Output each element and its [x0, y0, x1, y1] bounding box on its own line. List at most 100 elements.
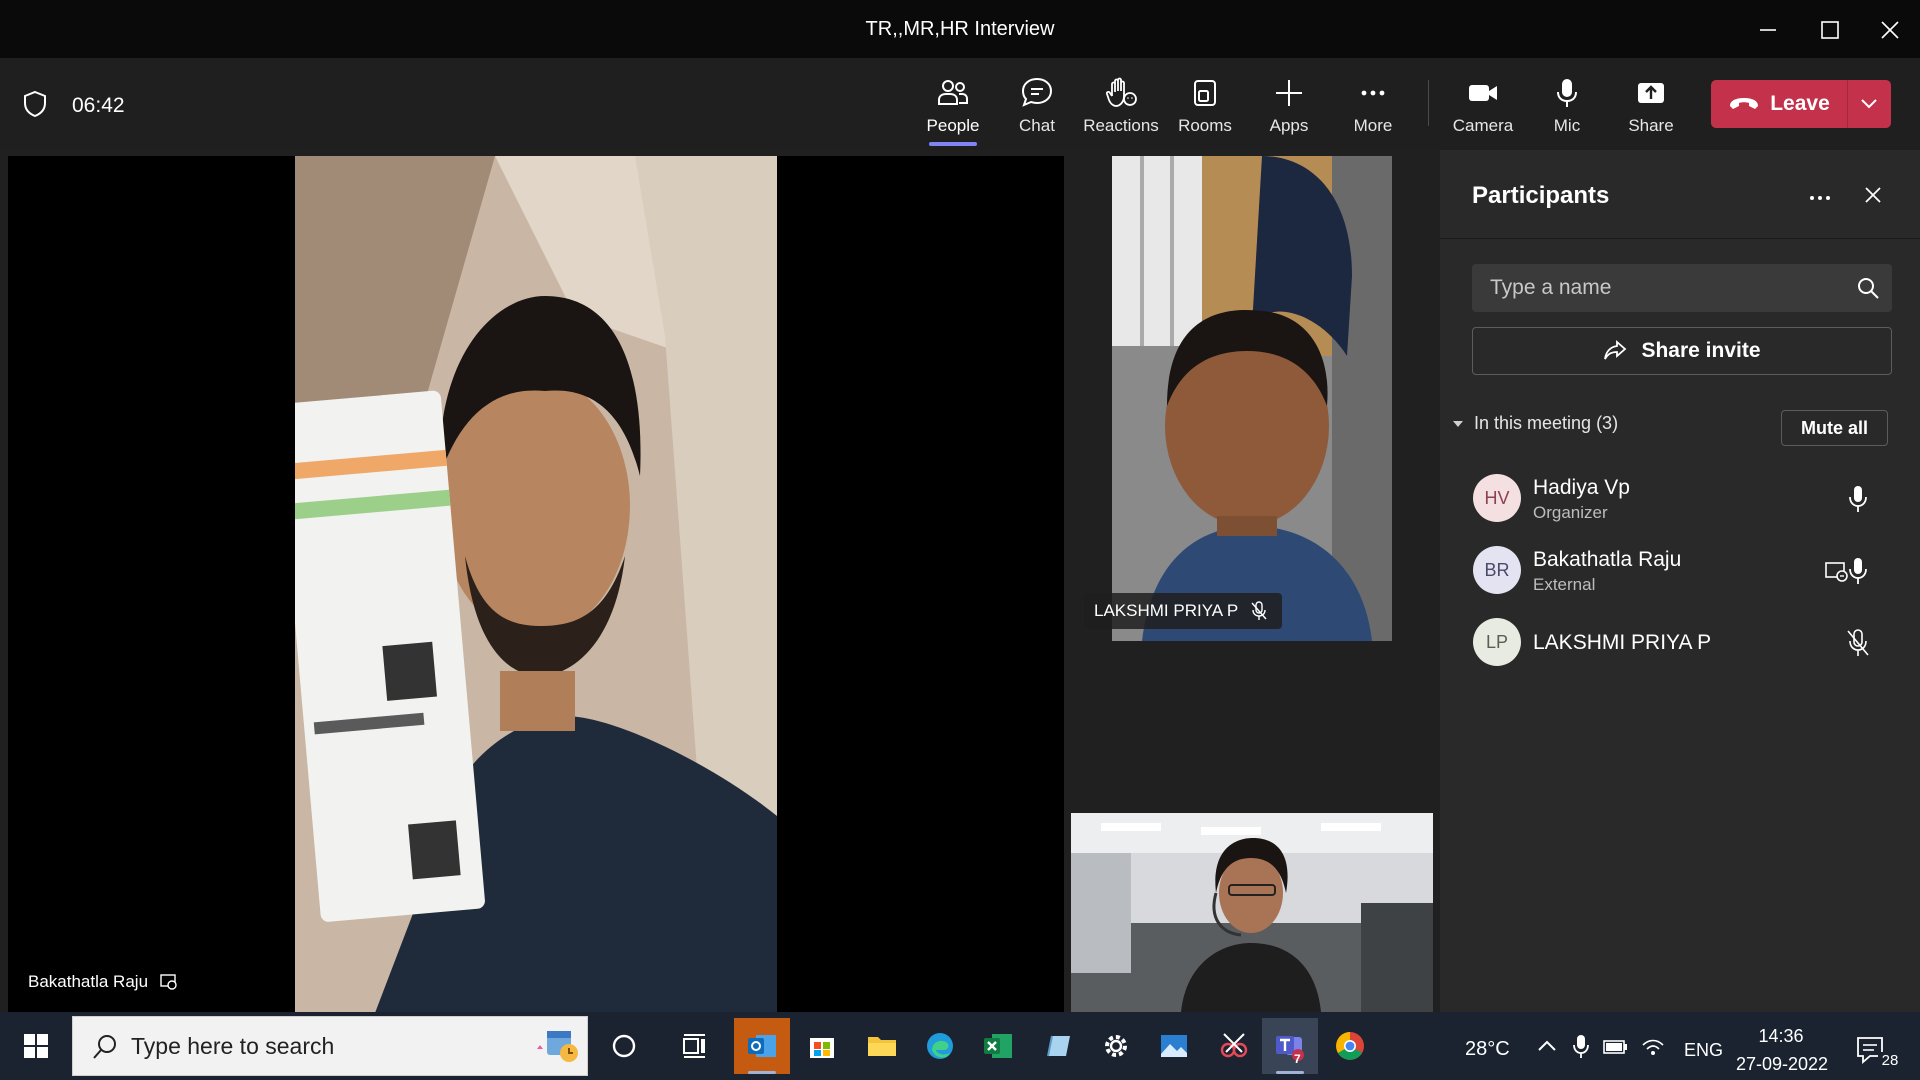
meeting-timer: 06:42 [72, 94, 125, 117]
snipping-icon [1220, 1033, 1248, 1058]
leave-label: Leave [1770, 92, 1830, 115]
windows-taskbar: 7 28°C ENG 14:36 27-09-2022 28 [0, 1012, 1920, 1080]
reactions-button[interactable]: Reactions [1079, 72, 1163, 142]
search-icon [93, 1035, 116, 1059]
participant-row[interactable]: BR Bakathatla Raju External [1440, 538, 1920, 602]
maximize-button[interactable] [1810, 10, 1850, 50]
store-app[interactable] [794, 1018, 850, 1074]
taskbar-search[interactable] [72, 1016, 588, 1076]
apps-button[interactable]: Apps [1247, 72, 1331, 142]
avatar: BR [1473, 546, 1521, 594]
outlook-app[interactable] [734, 1018, 790, 1074]
camera-feed-image [1112, 156, 1392, 641]
chat-icon [1021, 77, 1053, 107]
reactions-label: Reactions [1083, 116, 1159, 135]
clock-time[interactable]: 14:36 [1736, 1026, 1826, 1047]
search-icon[interactable] [1856, 276, 1880, 300]
excel-app[interactable] [970, 1018, 1026, 1074]
share-button[interactable]: Share [1609, 72, 1693, 142]
video-tile-name: LAKSHMI PRIYA P [1094, 601, 1239, 620]
file-explorer-app[interactable] [854, 1018, 910, 1074]
mute-all-button[interactable]: Mute all [1781, 410, 1888, 446]
battery-icon[interactable] [1602, 1032, 1628, 1060]
rooms-icon [1194, 80, 1216, 106]
microphone-icon [1849, 558, 1867, 584]
wifi-icon[interactable] [1640, 1032, 1666, 1060]
self-view-tile[interactable] [1071, 813, 1433, 1012]
notes-app[interactable] [1030, 1018, 1086, 1074]
camera-button[interactable]: Camera [1441, 72, 1525, 142]
share-invite-button[interactable]: Share invite [1472, 327, 1892, 375]
microphone-icon [1849, 486, 1867, 512]
more-options-icon[interactable] [1804, 184, 1836, 212]
leave-main[interactable]: Leave [1711, 80, 1847, 128]
shield-icon [24, 90, 46, 118]
in-meeting-section-header[interactable]: In this meeting (3) [1452, 413, 1618, 434]
participant-search-input[interactable] [1472, 264, 1842, 312]
calendar-highlight-icon [537, 1031, 578, 1062]
minimize-button[interactable] [1748, 10, 1788, 50]
teams-app[interactable]: 7 [1262, 1018, 1318, 1074]
main-video-tile[interactable]: Bakathatla Raju [8, 156, 1064, 1013]
teams-badge: 7 [1294, 1052, 1301, 1066]
clock-date[interactable]: 27-09-2022 [1734, 1054, 1830, 1075]
chevron-down-icon[interactable] [1847, 80, 1891, 128]
participant-name: Hadiya Vp [1533, 476, 1630, 499]
mic-button[interactable]: Mic [1525, 72, 1609, 142]
meeting-toolbar: 06:42 People Chat Reactions Rooms Apps M… [0, 58, 1920, 150]
rooms-button[interactable]: Rooms [1163, 72, 1247, 142]
cortana-button[interactable] [596, 1018, 652, 1074]
microphone-icon [1557, 79, 1577, 107]
participant-row[interactable]: LP LAKSHMI PRIYA P [1440, 610, 1920, 674]
leave-button[interactable]: Leave [1711, 80, 1891, 128]
main-video-name: Bakathatla Raju [28, 972, 149, 991]
chat-button[interactable]: Chat [995, 72, 1079, 142]
panel-divider [1440, 238, 1920, 239]
participant-name: LAKSHMI PRIYA P [1533, 631, 1712, 654]
toolbar-divider [1428, 80, 1429, 126]
task-view-button[interactable] [666, 1018, 722, 1074]
photos-app[interactable] [1146, 1018, 1202, 1074]
excel-icon [984, 1034, 1012, 1058]
chrome-app[interactable] [1322, 1018, 1378, 1074]
plus-icon [1276, 80, 1302, 106]
edge-app[interactable] [912, 1018, 968, 1074]
input-language[interactable]: ENG [1684, 1040, 1723, 1061]
meeting-stage: Bakathatla Raju LAKSHMI PRIYA P [0, 150, 1440, 1013]
camera-label: Camera [1452, 116, 1514, 135]
participant-video-feed [1112, 156, 1392, 641]
settings-app[interactable] [1088, 1018, 1144, 1074]
taskbar-search-input[interactable] [131, 1017, 531, 1075]
outlook-icon [748, 1035, 776, 1057]
more-button[interactable]: More [1331, 72, 1415, 142]
windows-start-icon[interactable] [10, 1026, 62, 1066]
close-window-button[interactable] [1870, 10, 1910, 50]
participant-search[interactable] [1472, 264, 1892, 312]
gear-icon [1105, 1035, 1127, 1057]
teams-icon [1276, 1036, 1304, 1061]
close-icon [1881, 21, 1899, 39]
snipping-tool-app[interactable] [1206, 1018, 1262, 1074]
people-icon [938, 80, 968, 105]
photos-icon [1161, 1035, 1187, 1057]
rooms-label: Rooms [1178, 116, 1232, 135]
participant-row[interactable]: HV Hadiya Vp Organizer [1440, 466, 1920, 530]
chevron-up-icon[interactable] [1534, 1032, 1560, 1060]
weather-temperature[interactable]: 28°C [1465, 1038, 1510, 1061]
microphone-in-use-icon[interactable] [1568, 1032, 1594, 1060]
mic-label: Mic [1553, 116, 1581, 135]
participant-role: Organizer [1533, 503, 1608, 522]
share-icon [1604, 340, 1627, 360]
more-label: More [1353, 116, 1393, 135]
share-tray-icon [1638, 83, 1664, 103]
video-tile-lakshmi[interactable]: LAKSHMI PRIYA P [1064, 156, 1440, 641]
task-view-icon [683, 1034, 705, 1058]
share-invite-label: Share invite [1641, 339, 1761, 362]
maximize-icon [1821, 21, 1839, 39]
people-button[interactable]: People [911, 72, 995, 142]
close-panel-icon[interactable] [1858, 180, 1888, 210]
more-icon [1361, 90, 1385, 96]
collapse-triangle-icon [1453, 420, 1463, 427]
avatar: LP [1473, 618, 1521, 666]
chat-label: Chat [1019, 116, 1055, 135]
